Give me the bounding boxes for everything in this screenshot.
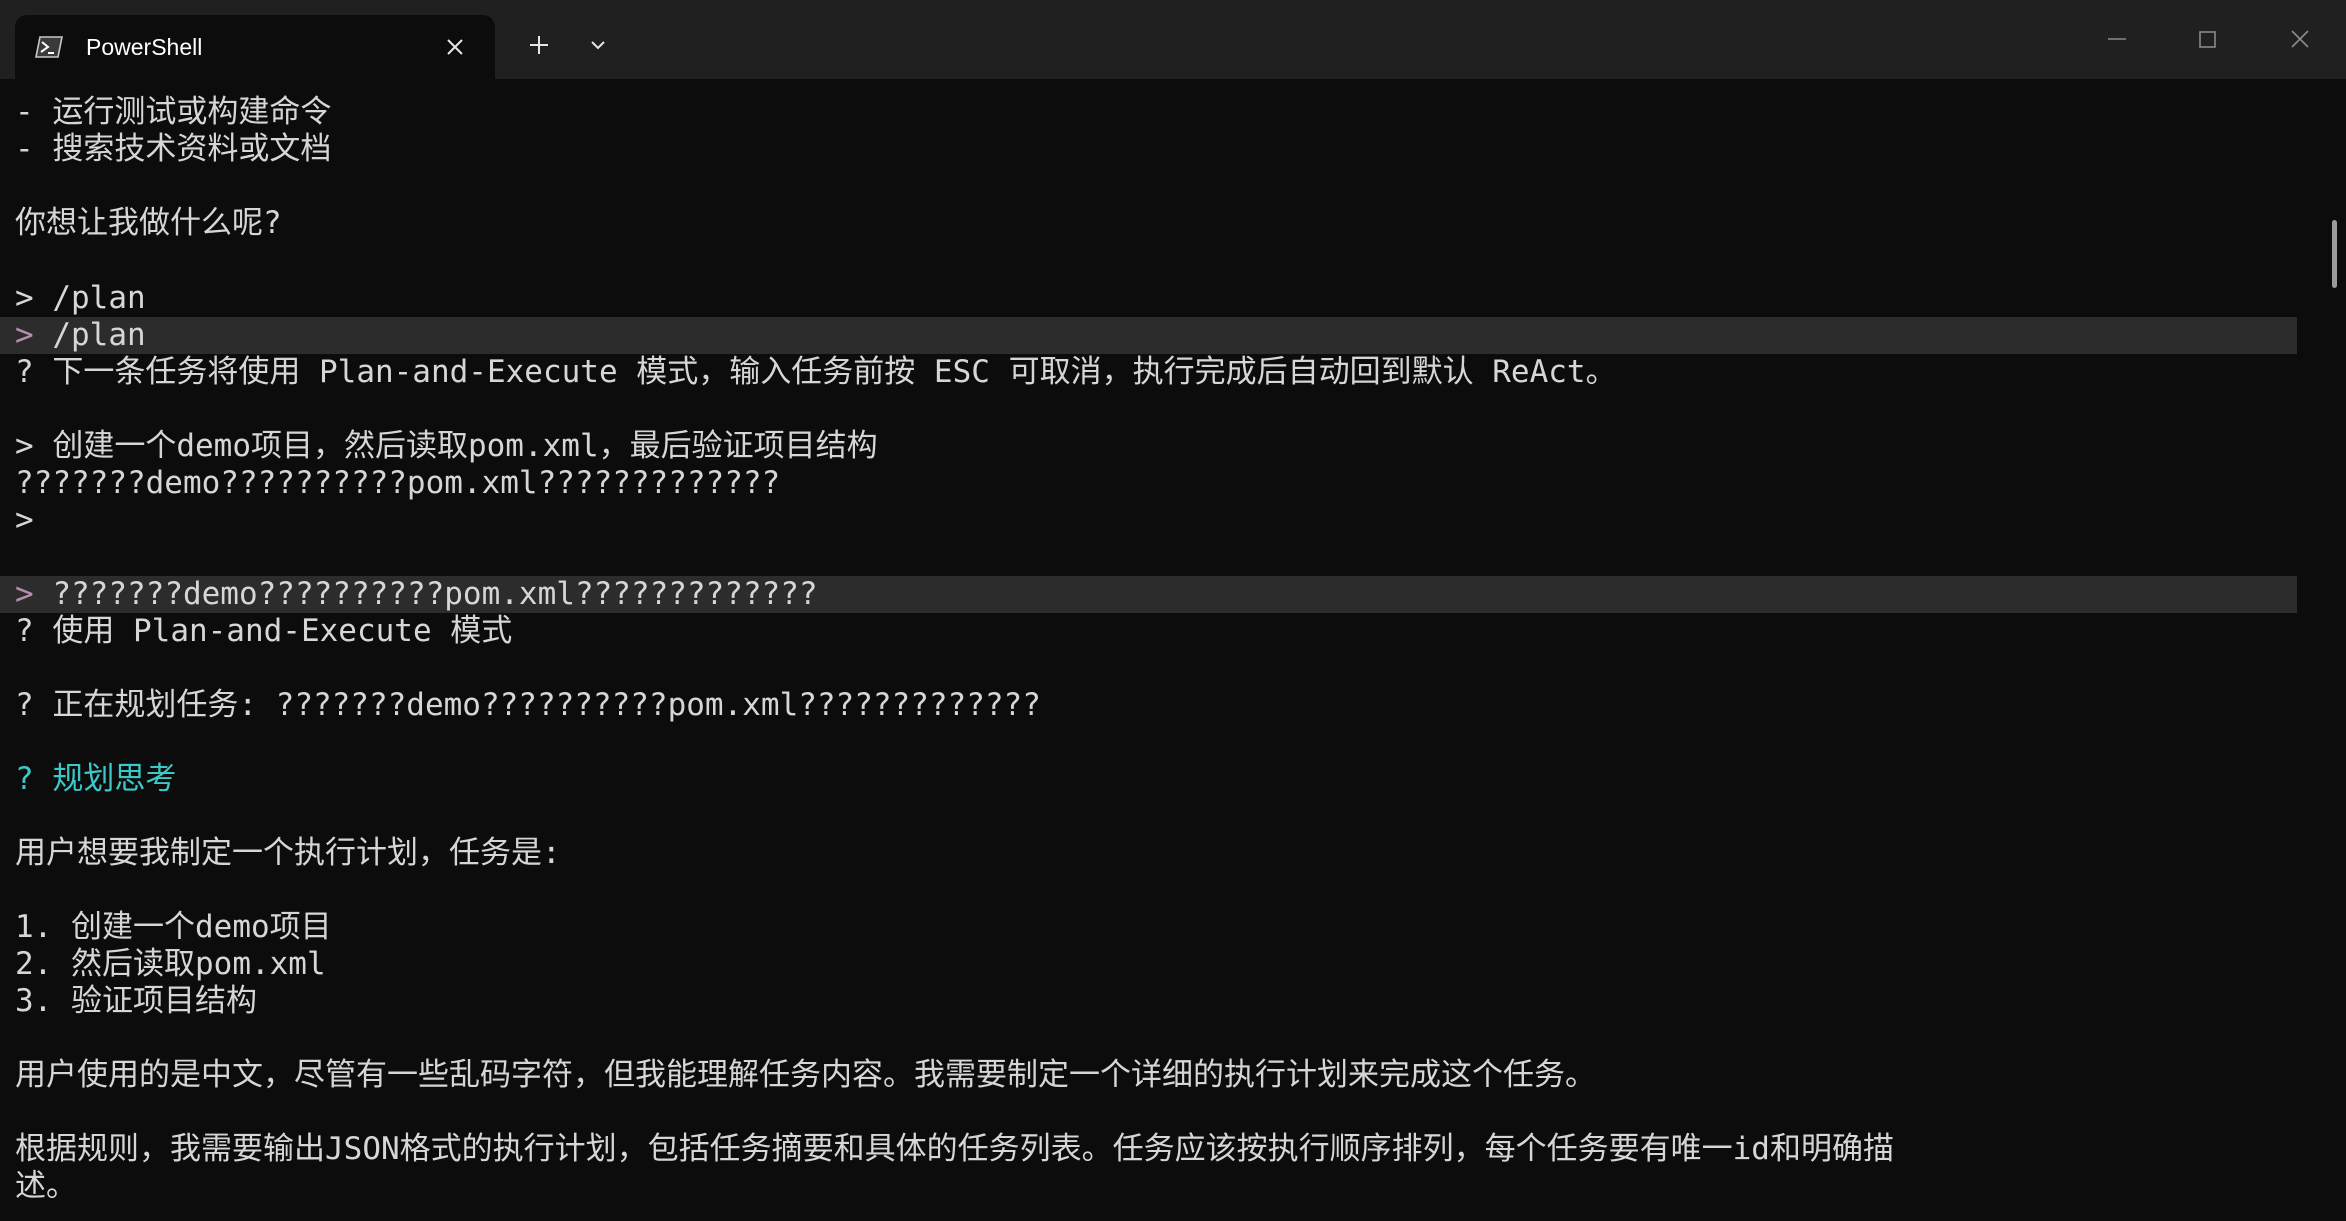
plus-icon[interactable] <box>521 27 557 63</box>
highlighted-prompt-line: > ???????demo??????????pom.xml??????????… <box>15 576 818 613</box>
output-line: 根据规则，我需要输出JSON格式的执行计划，包括任务摘要和具体的任务列表。任务应… <box>15 1131 1894 1167</box>
output-line: 用户想要我制定一个执行计划，任务是: <box>15 835 561 871</box>
prompt-text: /plan <box>33 317 146 353</box>
list-item: 2. 然后读取pom.xml <box>15 946 326 982</box>
output-line: 用户使用的是中文，尽管有一些乱码字符，但我能理解任务内容。我需要制定一个详细的执… <box>15 1057 1596 1093</box>
output-line: 述。 <box>15 1168 77 1204</box>
prompt-symbol: > <box>15 317 34 353</box>
prompt-symbol: > <box>15 576 34 612</box>
highlighted-prompt-line: > /plan <box>15 317 146 354</box>
output-line: > <box>15 502 34 538</box>
list-item: 1. 创建一个demo项目 <box>15 909 332 945</box>
maximize-icon[interactable] <box>2178 14 2238 64</box>
terminal-output[interactable]: - 运行测试或构建命令 - 搜索技术资料或文档 你想让我做什么呢? > /pla… <box>0 79 2346 1221</box>
close-tab-icon[interactable] <box>440 32 470 62</box>
minimize-icon[interactable] <box>2087 14 2147 64</box>
tab-title: PowerShell <box>86 34 203 60</box>
output-line: ???????demo??????????pom.xml????????????… <box>15 465 781 501</box>
output-line: ? 正在规划任务: ???????demo??????????pom.xml??… <box>15 687 1041 723</box>
output-line: - 搜索技术资料或文档 <box>15 131 332 167</box>
output-line: ? 使用 Plan-and-Execute 模式 <box>15 613 513 649</box>
terminal-window: PowerShell - 运行测试或构建命令 - 搜索技术资料或文档 你想让我做… <box>0 0 2346 1221</box>
tab-powershell[interactable]: PowerShell <box>15 15 495 79</box>
powershell-icon <box>35 36 63 58</box>
title-bar[interactable]: PowerShell <box>0 0 2346 79</box>
chevron-down-icon[interactable] <box>580 27 616 63</box>
list-item: 3. 验证项目结构 <box>15 983 257 1019</box>
highlighted-line <box>0 317 2297 354</box>
close-icon[interactable] <box>2270 14 2330 64</box>
output-line: 你想让我做什么呢? <box>15 205 282 241</box>
prompt-text: ???????demo??????????pom.xml????????????… <box>33 576 818 612</box>
output-line: - 运行测试或构建命令 <box>15 94 332 130</box>
output-line: > 创建一个demo项目，然后读取pom.xml，最后验证项目结构 <box>15 428 878 464</box>
output-line: ? 下一条任务将使用 Plan-and-Execute 模式，输入任务前按 ES… <box>15 354 1617 390</box>
scrollbar-thumb[interactable] <box>2332 220 2337 288</box>
section-heading: ? 规划思考 <box>15 761 177 797</box>
output-line: > /plan <box>15 280 146 316</box>
